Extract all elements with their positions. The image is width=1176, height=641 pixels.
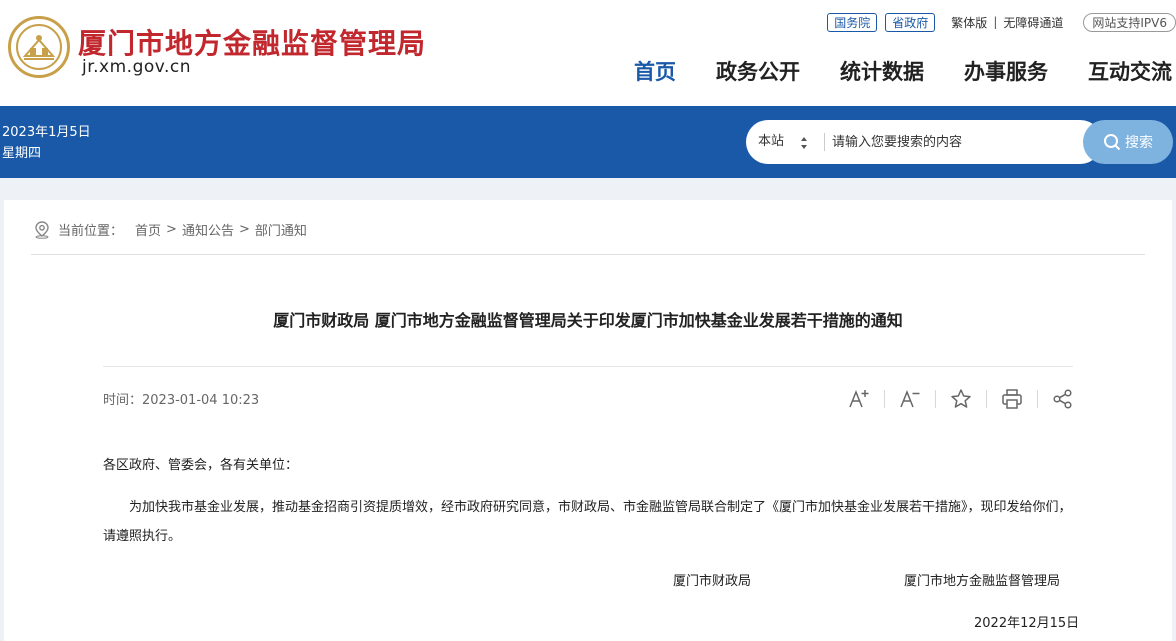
search-button[interactable]: 搜索 <box>1083 120 1173 164</box>
breadcrumb: 当前位置： 首页 > 通知公告 > 部门通知 <box>34 220 307 239</box>
article-paragraph: 为加快我市基金业发展，推动基金招商引资提质增效，经市政府研究同意，市财政局、市金… <box>103 500 1072 544</box>
search-input[interactable] <box>832 120 1082 164</box>
publish-time: 2023-01-04 10:23 <box>142 393 260 408</box>
breadcrumb-separator: > <box>166 222 177 237</box>
article-salutation: 各区政府、管委会，各有关单位： <box>103 458 299 473</box>
nav-interaction[interactable]: 互动交流 <box>1088 56 1172 86</box>
font-increase-icon[interactable] <box>846 386 872 412</box>
font-decrease-icon[interactable] <box>897 386 923 412</box>
scope-sort-icon[interactable] <box>800 136 808 150</box>
breadcrumb-notices[interactable]: 通知公告 <box>182 220 234 239</box>
current-weekday: 星期四 <box>2 146 42 161</box>
breadcrumb-label: 当前位置： <box>58 224 124 239</box>
top-link-separator: | <box>993 15 998 29</box>
nav-services[interactable]: 办事服务 <box>964 56 1048 86</box>
accessibility-link[interactable]: 无障碍通道 <box>1003 14 1063 31</box>
breadcrumb-separator: > <box>238 222 250 237</box>
article-meta: 时间：2023-01-04 10:23 <box>103 389 259 408</box>
search-button-label: 搜索 <box>1125 135 1153 151</box>
site-domain: jr.xm.gov.cn <box>82 57 192 77</box>
tool-divider <box>884 390 885 408</box>
main-nav: 首页 政务公开 统计数据 办事服务 互动交流 <box>594 56 1172 86</box>
site-header: 厦门市地方金融监督管理局 jr.xm.gov.cn 国务院 省政府 繁体版 | … <box>0 0 1176 106</box>
current-date: 2023年1月5日 <box>2 125 91 140</box>
tool-divider <box>986 390 987 408</box>
title-divider <box>103 366 1073 367</box>
guowuyuan-link[interactable]: 国务院 <box>827 12 878 32</box>
search-band: 2023年1月5日 星期四 本站 搜索 <box>0 106 1176 178</box>
article-title: 厦门市财政局 厦门市地方金融监督管理局关于印发厦门市加快基金业发展若干措施的通知 <box>273 311 903 330</box>
province-gov-link[interactable]: 省政府 <box>885 12 936 32</box>
breadcrumb-dept-notices[interactable]: 部门通知 <box>255 220 307 239</box>
signer-finance-regulator: 厦门市地方金融监督管理局 <box>904 574 1061 589</box>
nav-statistics[interactable]: 统计数据 <box>840 56 924 86</box>
nav-home[interactable]: 首页 <box>634 56 676 86</box>
search-icon <box>1104 134 1121 151</box>
nav-gov-affairs[interactable]: 政务公开 <box>716 56 800 86</box>
tool-divider <box>935 390 936 408</box>
share-icon[interactable] <box>1050 386 1076 412</box>
search-box: 本站 <box>746 120 1102 164</box>
breadcrumb-home[interactable]: 首页 <box>135 220 161 239</box>
print-icon[interactable] <box>999 386 1025 412</box>
article-tools <box>846 386 1076 412</box>
top-links: 国务院 省政府 繁体版 | 无障碍通道 网站支持IPV6 <box>827 12 1176 32</box>
search-scope-select[interactable]: 本站 <box>758 120 784 164</box>
time-label: 时间： <box>103 393 143 408</box>
location-icon <box>35 220 49 239</box>
sign-date: 2022年12月15日 <box>974 616 1080 631</box>
scope-divider <box>824 133 825 151</box>
traditional-chinese-link[interactable]: 繁体版 <box>951 14 987 31</box>
tool-divider <box>1037 390 1038 408</box>
date-display: 2023年1月5日 星期四 <box>2 122 91 164</box>
ipv6-badge: 网站支持IPV6 <box>1083 12 1176 32</box>
star-icon[interactable] <box>948 386 974 412</box>
logo-emblem-icon[interactable] <box>8 16 70 78</box>
article-card: 当前位置： 首页 > 通知公告 > 部门通知 厦门市财政局 厦门市地方金融监督管… <box>4 200 1172 641</box>
breadcrumb-divider <box>31 254 1145 255</box>
signer-finance-bureau: 厦门市财政局 <box>673 574 752 589</box>
site-title[interactable]: 厦门市地方金融监督管理局 <box>78 22 426 62</box>
